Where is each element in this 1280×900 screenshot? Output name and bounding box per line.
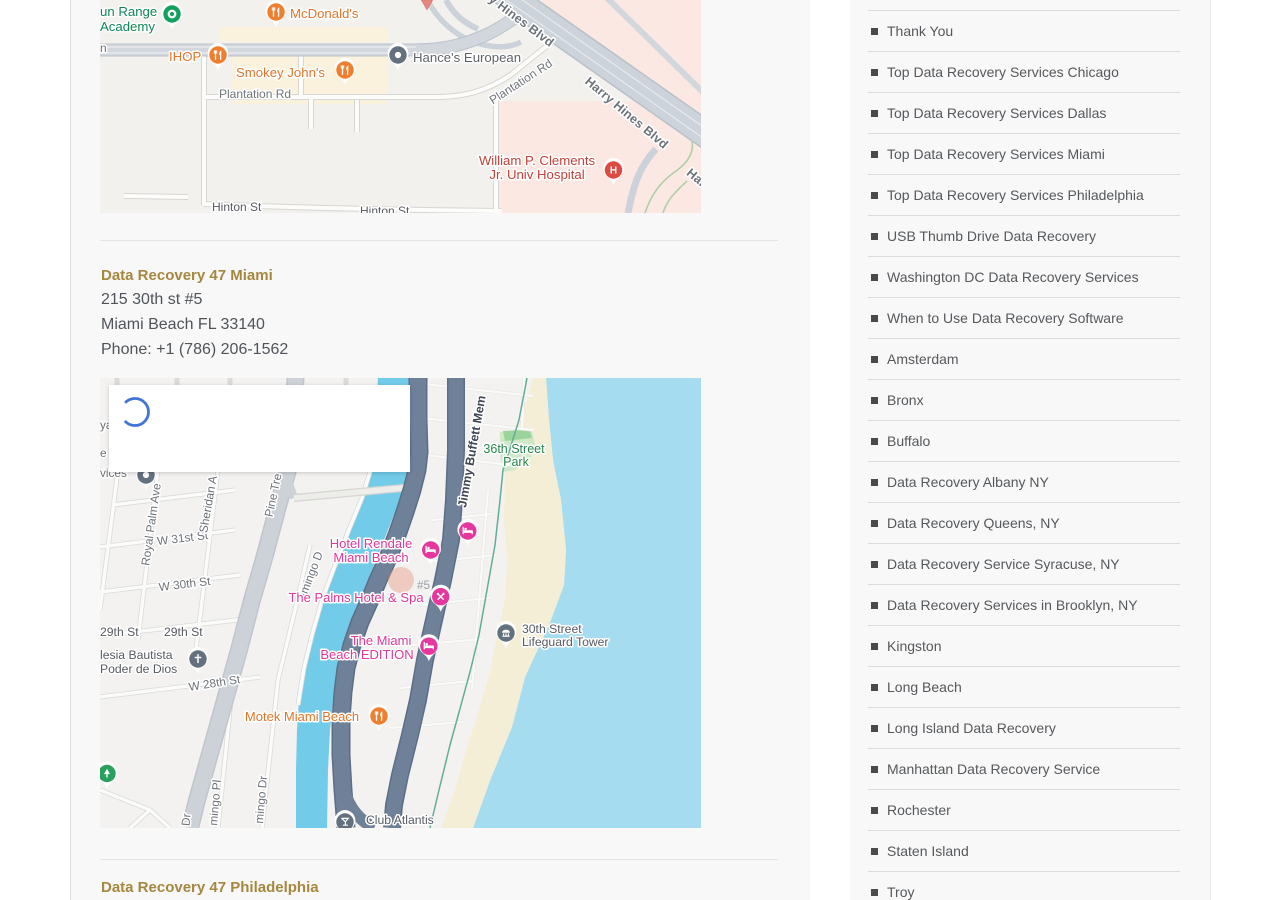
svg-text:The Palms Hotel & Spa: The Palms Hotel & Spa [288,590,424,605]
svg-text:Smokey John's: Smokey John's [236,65,325,80]
svg-text:McDonald's: McDonald's [290,6,359,21]
svg-text:n: n [100,41,107,55]
svg-text:Park: Park [503,455,529,469]
svg-text:Motek Miami Beach: Motek Miami Beach [245,709,359,724]
svg-text:Dr: Dr [178,813,193,827]
svg-text:Hinton St: Hinton St [360,204,410,213]
svg-text:36th Street: 36th Street [483,442,545,456]
svg-text:Hotel Rendale: Hotel Rendale [330,536,412,551]
svg-text:Beach EDITION: Beach EDITION [320,647,413,662]
svg-text:29th St: 29th St [100,625,139,639]
svg-text:William P. Clements: William P. Clements [479,153,596,168]
svg-text:Academy: Academy [100,19,155,34]
svg-text:29th St: 29th St [164,625,203,639]
svg-text:un Range: un Range [100,4,157,19]
svg-text:e: e [100,446,107,460]
svg-text:Miami Beach: Miami Beach [333,550,408,565]
svg-text:30th Street: 30th Street [522,622,582,636]
svg-text:Poder de Dios: Poder de Dios [100,662,177,676]
svg-text:Hance's European: Hance's European [413,50,521,65]
svg-text:Hinton St: Hinton St [212,200,262,213]
svg-text:Lifeguard Tower: Lifeguard Tower [522,635,609,649]
svg-text:The Miami: The Miami [351,633,412,648]
svg-text:Plantation Rd: Plantation Rd [219,87,291,101]
svg-text:Jr. Univ Hospital: Jr. Univ Hospital [489,167,584,182]
svg-text:IHOP: IHOP [169,49,201,64]
svg-text:Club Atlantis: Club Atlantis [366,813,434,827]
svg-text:lesia Bautista: lesia Bautista [100,648,173,662]
